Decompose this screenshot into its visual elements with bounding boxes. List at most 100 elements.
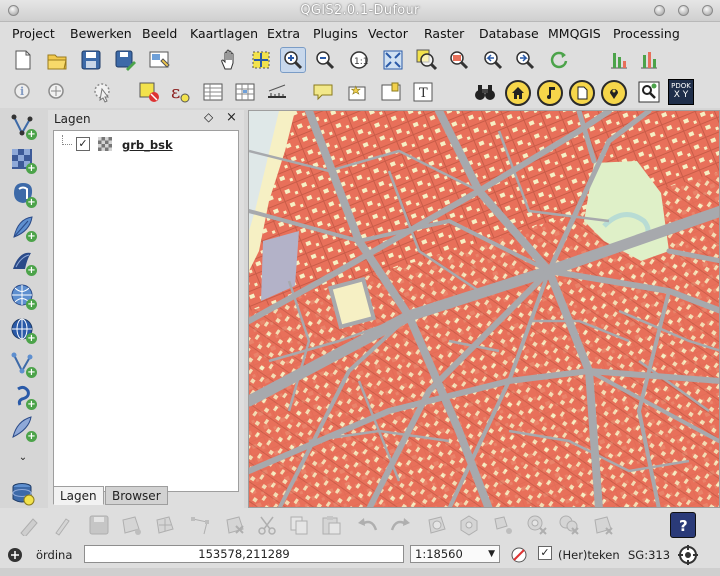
menu-bewerken[interactable]: Bewerken xyxy=(70,26,132,41)
pdok-geocoder-button[interactable]: PDOK X Y xyxy=(668,79,694,105)
layer-visibility-checkbox[interactable]: ✓ xyxy=(76,137,90,151)
add-raster-icon[interactable]: + xyxy=(8,146,38,174)
map-canvas[interactable] xyxy=(248,110,720,508)
bookmark-icon[interactable] xyxy=(344,79,370,105)
gps-database-icon[interactable] xyxy=(8,480,38,508)
coordinate-field[interactable]: 153578,211289 xyxy=(84,545,404,563)
music-note-icon[interactable] xyxy=(537,80,563,106)
menu-processing[interactable]: Processing xyxy=(613,26,680,41)
add-mssql-icon[interactable]: + xyxy=(8,248,38,276)
tab-browser[interactable]: Browser xyxy=(105,486,168,505)
refresh-icon[interactable] xyxy=(546,47,572,73)
home-icon[interactable] xyxy=(505,80,531,106)
simplify-icon[interactable] xyxy=(424,512,450,538)
zoom-last-icon[interactable] xyxy=(480,47,506,73)
layer-name[interactable]: grb_bsk xyxy=(122,138,173,152)
paste-icon[interactable] xyxy=(318,512,344,538)
new-layer-icon[interactable]: + xyxy=(8,414,38,442)
menu-extra[interactable]: Extra xyxy=(267,26,300,41)
add-spatialite-icon[interactable]: + xyxy=(8,214,38,242)
tab-lagen[interactable]: Lagen xyxy=(53,486,104,505)
menu-vector[interactable]: Vector xyxy=(368,26,408,41)
select-icon[interactable] xyxy=(44,79,70,105)
delete-selected-icon[interactable] xyxy=(222,512,248,538)
zoom-out-icon[interactable] xyxy=(312,47,338,73)
menu-beeld[interactable]: Beeld xyxy=(142,26,177,41)
bookmark-icon[interactable] xyxy=(378,79,404,105)
add-postgis-icon[interactable]: + xyxy=(8,180,38,208)
menu-plugins[interactable]: Plugins xyxy=(313,26,358,41)
add-wfs-icon[interactable]: + xyxy=(8,350,38,378)
add-wms-icon[interactable]: + xyxy=(8,282,38,310)
layer-item[interactable]: ✓ grb_bsk xyxy=(54,135,234,155)
render-checkbox[interactable]: ✓ xyxy=(538,546,552,560)
help-icon[interactable]: ? xyxy=(670,512,696,538)
zoom-to-selection-icon[interactable] xyxy=(414,47,440,73)
location-pin-icon[interactable] xyxy=(601,80,627,106)
map-tips-icon[interactable] xyxy=(310,79,336,105)
new-project-icon[interactable] xyxy=(10,47,36,73)
add-part-icon[interactable] xyxy=(490,512,516,538)
binoculars-icon[interactable] xyxy=(472,79,498,105)
save-project-icon[interactable] xyxy=(78,47,104,73)
menu-database[interactable]: Database xyxy=(479,26,539,41)
stop-render-icon[interactable] xyxy=(510,546,528,567)
zoom-next-icon[interactable] xyxy=(512,47,538,73)
undo-icon[interactable] xyxy=(354,512,380,538)
minimize-button[interactable] xyxy=(654,5,665,16)
crs-label[interactable]: SG:313 xyxy=(628,548,670,562)
digitize-vector-icon[interactable]: + xyxy=(8,112,38,140)
current-edits-icon[interactable] xyxy=(16,512,42,538)
redo-icon[interactable] xyxy=(388,512,414,538)
document-icon[interactable] xyxy=(569,80,595,106)
pan-to-selection-icon[interactable] xyxy=(248,47,274,73)
add-delimited-text-icon[interactable]: + xyxy=(8,382,38,410)
text-annotation-icon[interactable]: T xyxy=(410,79,436,105)
print-composer-icon[interactable] xyxy=(146,47,172,73)
histogram-icon[interactable] xyxy=(606,47,632,73)
zoom-full-icon[interactable] xyxy=(380,47,406,73)
search-icon[interactable] xyxy=(636,79,662,105)
histogram-icon[interactable] xyxy=(636,47,662,73)
menu-mmqgis[interactable]: MMQGIS xyxy=(548,26,601,41)
zoom-in-icon[interactable] xyxy=(280,47,306,73)
window-title: QGIS2.0.1-Dufour xyxy=(300,3,420,18)
coordinate-toggle-icon[interactable] xyxy=(6,546,24,567)
add-feature-icon[interactable] xyxy=(118,512,144,538)
close-panel-icon[interactable]: × xyxy=(226,110,237,125)
move-feature-icon[interactable] xyxy=(152,512,178,538)
delete-part-icon[interactable] xyxy=(556,512,582,538)
node-tool-icon[interactable] xyxy=(188,512,214,538)
add-wcs-icon[interactable]: + xyxy=(8,316,38,344)
cut-icon[interactable] xyxy=(254,512,280,538)
maximize-button[interactable] xyxy=(678,5,689,16)
field-calculator-icon[interactable] xyxy=(232,79,258,105)
menu-project[interactable]: Project xyxy=(12,26,55,41)
open-project-icon[interactable] xyxy=(44,47,70,73)
measure-icon[interactable] xyxy=(264,79,290,105)
delete-ring-icon[interactable] xyxy=(524,512,550,538)
footer-strip xyxy=(0,568,720,576)
attribute-table-icon[interactable] xyxy=(200,79,226,105)
add-ring-icon[interactable] xyxy=(456,512,482,538)
save-edits-icon[interactable] xyxy=(86,512,112,538)
window-menu-button[interactable] xyxy=(8,5,19,16)
more-icon[interactable]: ⌄ xyxy=(8,448,38,466)
pan-icon[interactable] xyxy=(216,47,242,73)
menu-kaartlagen[interactable]: Kaartlagen xyxy=(190,26,258,41)
zoom-actual-size-icon[interactable]: 1:1 xyxy=(346,47,372,73)
close-button[interactable] xyxy=(702,5,713,16)
identify-icon[interactable]: i xyxy=(10,79,36,105)
toggle-editing-icon[interactable] xyxy=(50,512,76,538)
copy-icon[interactable] xyxy=(286,512,312,538)
expression-icon[interactable]: ε xyxy=(166,79,192,105)
crs-status-icon[interactable] xyxy=(678,545,698,568)
save-as-icon[interactable] xyxy=(112,47,138,73)
scale-select[interactable]: 1:18560 ▼ xyxy=(410,545,500,563)
menu-raster[interactable]: Raster xyxy=(424,26,464,41)
reshape-icon[interactable] xyxy=(590,512,616,538)
float-panel-icon[interactable]: ◇ xyxy=(204,110,213,124)
select-polygon-icon[interactable] xyxy=(90,79,116,105)
zoom-to-layer-icon[interactable] xyxy=(446,47,472,73)
deselect-icon[interactable] xyxy=(136,79,162,105)
